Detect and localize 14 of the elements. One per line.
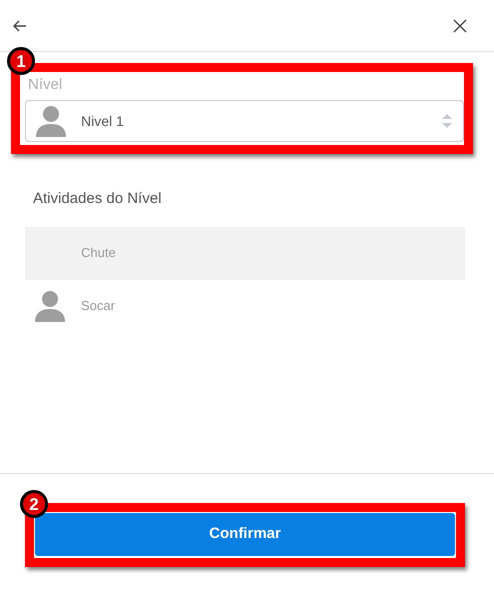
section-title: Atividades do Nível [33, 189, 162, 209]
activity-label: Chute [81, 244, 116, 262]
back-icon[interactable] [12, 18, 28, 34]
activity-row[interactable]: Chute [25, 226, 465, 280]
select-value: Nivel 1 [81, 112, 125, 130]
close-icon[interactable] [453, 18, 467, 32]
activity-label: Socar [81, 297, 115, 316]
step-badge: 2 [20, 490, 48, 518]
avatar-icon [36, 105, 66, 137]
sort-icon [441, 114, 453, 128]
level-select[interactable]: Nivel 1 [25, 100, 464, 142]
step-badge: 1 [7, 47, 35, 75]
field-label: Nível [27, 75, 62, 95]
confirm-button[interactable]: Confirmar [35, 513, 455, 556]
